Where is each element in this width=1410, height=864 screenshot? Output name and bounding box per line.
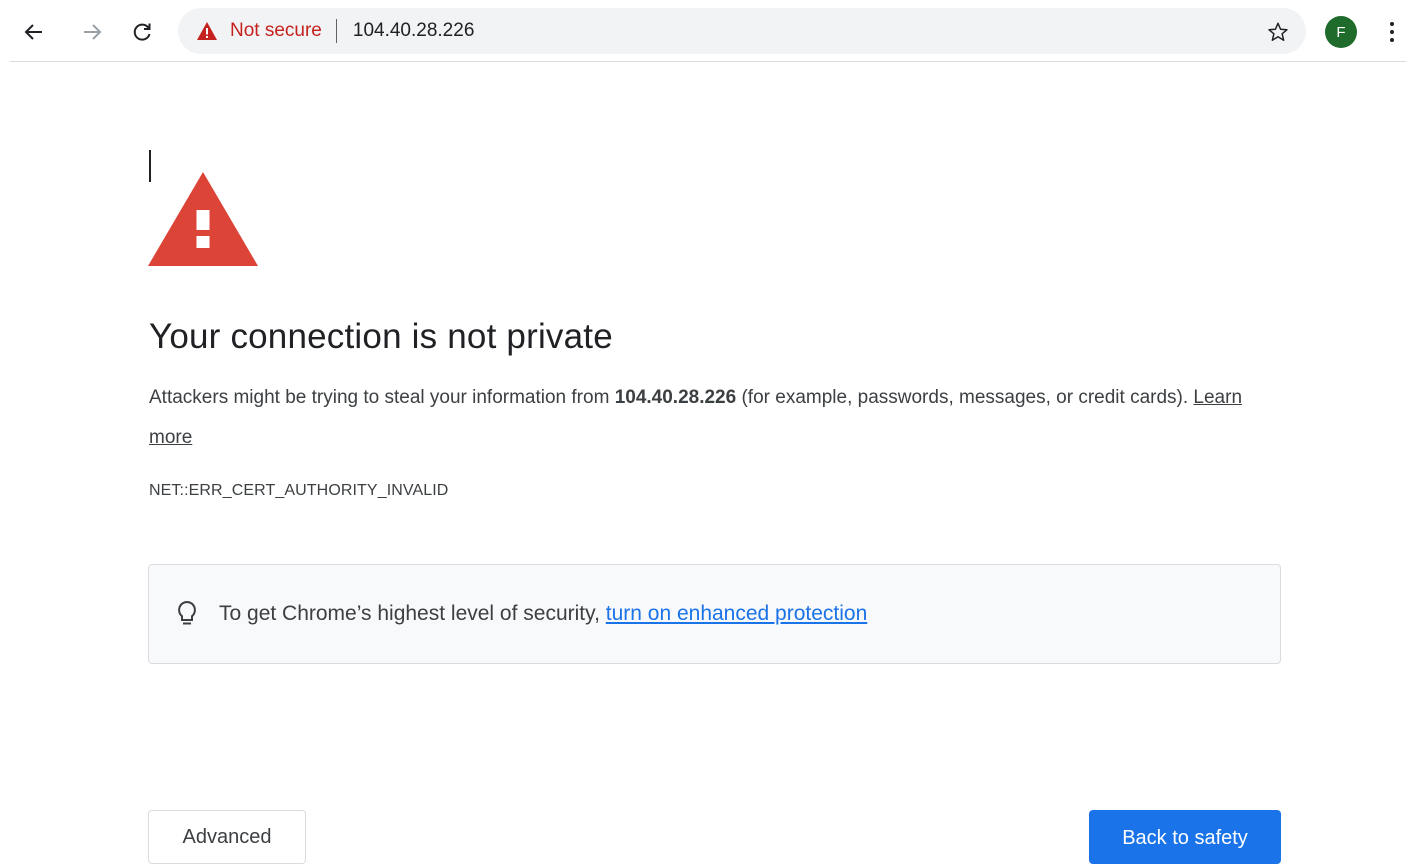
explanation-text: Attackers might be trying to steal your … — [149, 378, 1289, 458]
security-label: Not secure — [230, 20, 322, 41]
back-to-safety-button[interactable]: Back to safety — [1089, 810, 1281, 864]
profile-avatar[interactable]: F — [1325, 16, 1357, 48]
url-text[interactable]: 104.40.28.226 — [353, 20, 1306, 42]
back-button[interactable] — [16, 14, 52, 50]
explanation-host: 104.40.28.226 — [614, 387, 737, 408]
enhanced-protection-link[interactable]: turn on enhanced protection — [606, 602, 868, 625]
arrow-left-icon — [24, 24, 42, 40]
enhanced-protection-promo: To get Chrome’s highest level of securit… — [148, 564, 1281, 664]
warning-triangle-icon — [148, 172, 258, 266]
protection-prefix: To get Chrome’s highest level of securit… — [219, 602, 606, 625]
bookmark-button[interactable] — [1264, 18, 1292, 46]
browser-toolbar: Not secure 104.40.28.226 F — [0, 0, 1410, 62]
browser-menu-button[interactable] — [1380, 16, 1404, 48]
address-bar[interactable]: Not secure 104.40.28.226 — [178, 8, 1306, 54]
arrow-right-icon — [84, 24, 102, 40]
warning-triangle-icon — [197, 22, 217, 40]
page-title: Your connection is not private — [149, 317, 613, 356]
reload-icon — [133, 23, 151, 41]
explanation-prefix: Attackers might be trying to steal your … — [149, 387, 615, 408]
vertical-dots-icon — [1390, 22, 1394, 26]
protection-text: To get Chrome’s highest level of securit… — [219, 602, 867, 626]
omnibox-separator — [335, 19, 337, 43]
advanced-button[interactable]: Advanced — [148, 810, 306, 864]
toolbar-divider — [10, 61, 1406, 62]
error-code[interactable]: NET::ERR_CERT_AUTHORITY_INVALID — [149, 482, 448, 500]
security-chip[interactable]: Not secure — [196, 8, 322, 54]
explanation-suffix: (for example, passwords, messages, or cr… — [736, 387, 1194, 408]
lightbulb-icon — [178, 600, 196, 625]
reload-button[interactable] — [124, 14, 160, 50]
star-icon — [1268, 22, 1288, 41]
forward-button[interactable] — [74, 14, 110, 50]
